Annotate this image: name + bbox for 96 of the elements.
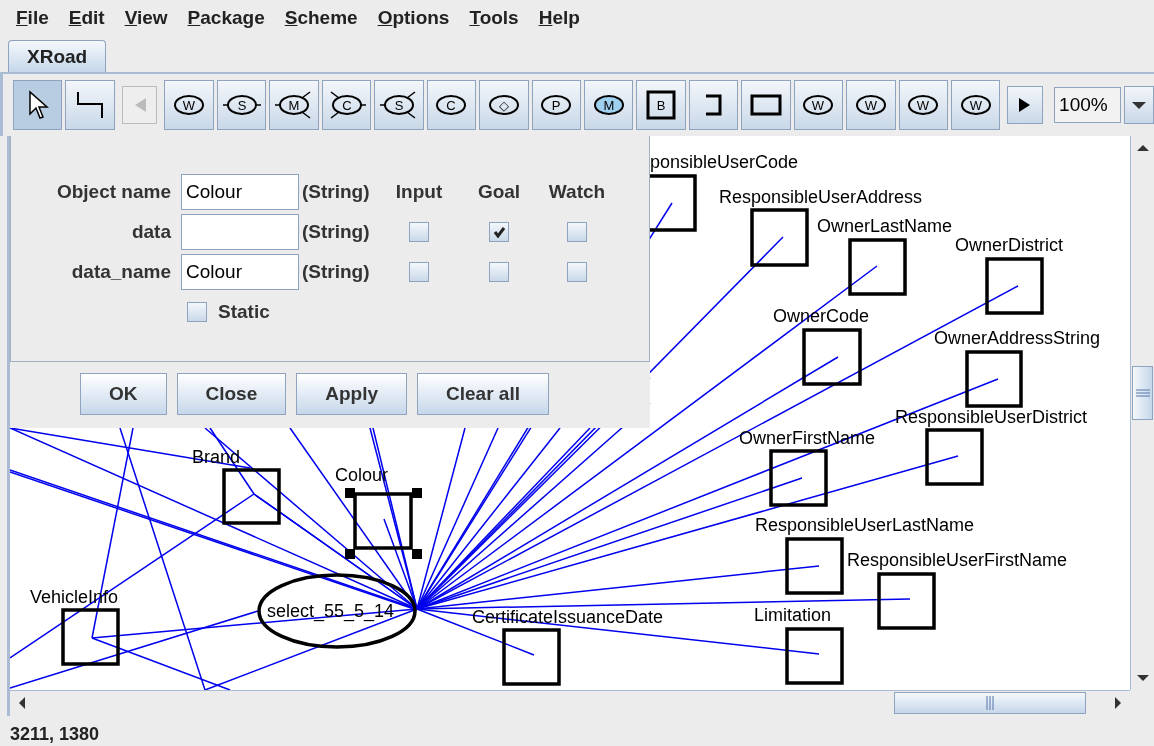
tool-button[interactable]: C [426, 80, 477, 130]
text-field[interactable]: Colour [181, 253, 299, 290]
tool-button[interactable]: W [846, 80, 896, 130]
tool-button[interactable]: B [636, 80, 686, 130]
node-box[interactable] [802, 328, 862, 386]
tool-button[interactable] [65, 80, 115, 130]
node-box[interactable] [925, 428, 984, 486]
column-header: Watch [548, 180, 606, 203]
node-box[interactable] [848, 238, 907, 296]
menu-item[interactable]: Options [367, 7, 460, 29]
dialog-button[interactable]: Close [176, 373, 287, 415]
scrollbar-thumb[interactable] [1132, 366, 1153, 420]
check-icon [493, 225, 505, 238]
node-label: ResponsibleUserLastName [755, 515, 975, 535]
node-box[interactable] [785, 627, 844, 685]
tool-button[interactable] [13, 80, 63, 130]
tool-button[interactable]: W [793, 80, 844, 130]
node-label: ResponsibleUserFirstName [847, 550, 1068, 570]
tool-button[interactable] [741, 80, 791, 130]
dialog-button[interactable]: Apply [296, 373, 408, 415]
menu-item[interactable]: Scheme [274, 7, 368, 29]
tool-button[interactable]: S [374, 80, 424, 130]
tool-button[interactable]: W [164, 80, 214, 130]
type-label: (String) [301, 260, 371, 283]
pointer-icon [26, 90, 49, 120]
up-arrow-icon [1135, 144, 1150, 152]
node-label: ResponsibleUserAddress [719, 187, 923, 207]
node-box[interactable] [985, 257, 1044, 315]
node-label: OwnerAddressString [934, 328, 1101, 348]
checkbox[interactable] [489, 261, 509, 282]
tab[interactable]: XRoad [8, 40, 107, 72]
tool-button[interactable]: M [583, 80, 634, 130]
tool-button[interactable]: W [898, 80, 949, 130]
grip-icon [985, 696, 995, 710]
field-label: data_name [71, 260, 172, 283]
scrollbar-thumb[interactable] [894, 692, 1086, 714]
down-arrow-icon [1135, 674, 1150, 682]
node-box[interactable] [61, 608, 120, 666]
left-arrow-icon [18, 696, 26, 710]
node-box[interactable] [965, 350, 1023, 408]
elbow-connector-icon [75, 90, 106, 120]
dropdown-arrow-icon [1131, 100, 1148, 110]
node-box[interactable] [502, 628, 561, 686]
checkbox[interactable] [409, 221, 429, 242]
tool-button[interactable] [688, 80, 739, 130]
node-label: select_55_5_14 [267, 601, 395, 621]
node-box[interactable] [750, 208, 809, 267]
column-header: Goal [477, 180, 521, 203]
node-box[interactable] [785, 537, 844, 595]
diagram-node[interactable] [257, 573, 417, 649]
zoom-dropdown-button[interactable] [1124, 86, 1154, 124]
node-label: Limitation [754, 605, 832, 625]
node-label: ponsibleUserCode [650, 152, 799, 172]
checkbox-label: Static [217, 300, 270, 323]
menu-item[interactable]: Edit [58, 7, 115, 29]
dialog-button[interactable]: OK [80, 373, 167, 415]
checkbox[interactable] [567, 261, 587, 282]
cursor-coordinates: 3211, 1380 [10, 724, 100, 745]
column-header: Input [395, 180, 443, 203]
checkbox[interactable] [489, 221, 509, 242]
node-box[interactable] [769, 449, 828, 507]
bracket-icon [703, 93, 724, 117]
menu-item[interactable]: File [6, 7, 59, 29]
type-label: (String) [301, 220, 371, 243]
tool-button[interactable]: C [321, 80, 372, 130]
zoom-field[interactable]: 100% [1054, 87, 1122, 123]
tool-button[interactable]: M [269, 80, 319, 130]
tool-button[interactable]: S [216, 80, 267, 130]
checkbox[interactable] [567, 221, 587, 242]
node-label: OwnerLastName [817, 216, 953, 236]
checkbox[interactable] [187, 301, 207, 322]
node-label: OwnerDistrict [955, 235, 1063, 255]
menu-item[interactable]: Package [177, 7, 275, 29]
menu-item[interactable]: Help [528, 7, 590, 29]
node-box[interactable] [222, 468, 281, 525]
node-box[interactable] [877, 572, 936, 630]
tool-button[interactable]: ◇ [479, 80, 529, 130]
lettered-square-icon: B [646, 90, 677, 120]
tool-button[interactable]: W [951, 80, 1001, 130]
right-arrow-icon [1114, 696, 1122, 710]
node-label: CertificateIssuanceDate [472, 607, 664, 627]
scroll-right-button[interactable] [1007, 86, 1044, 124]
menu-item[interactable]: View [114, 7, 178, 29]
rectangle-icon [750, 94, 782, 116]
field-label: Object name [56, 180, 172, 203]
field-label: data [131, 220, 172, 243]
type-label: (String) [301, 180, 371, 203]
selected-node-box[interactable] [345, 488, 422, 559]
text-field[interactable] [181, 213, 299, 250]
text-field[interactable]: Colour [181, 173, 299, 210]
node-label: ResponsibleUserDistrict [895, 407, 1088, 427]
dialog-button[interactable]: Clear all [417, 373, 549, 415]
grip-icon [1135, 388, 1150, 398]
tool-button[interactable]: P [531, 80, 581, 130]
menu-item[interactable]: Tools [459, 7, 529, 29]
checkbox[interactable] [409, 261, 429, 282]
